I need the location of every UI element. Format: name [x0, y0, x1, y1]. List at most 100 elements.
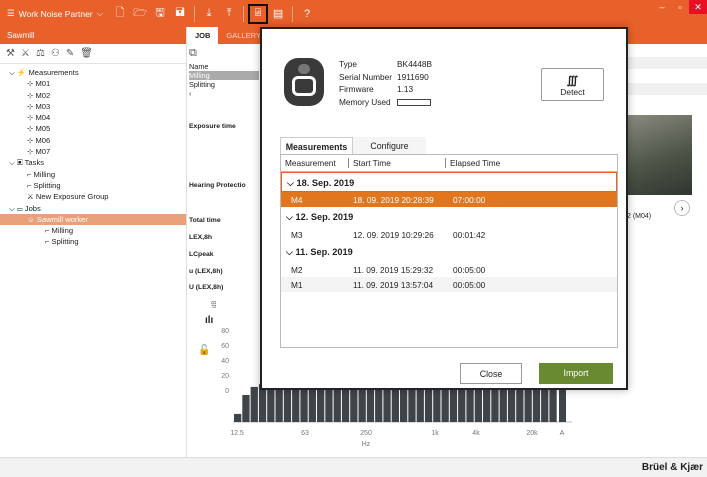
- import-icon[interactable]: ⤓: [200, 5, 218, 23]
- add-group-icon[interactable]: ⚖: [36, 48, 45, 59]
- measurement-group-icon: ⌵ ⚡: [9, 68, 29, 77]
- chevron-down-icon: ⌵: [96, 8, 104, 18]
- task-row-milling[interactable]: Milling: [189, 71, 259, 80]
- project-tree: ⌵ ⚡ Measurements ⊹ M01 ⊹ M02 ⊹ M03 ⊹ M04 ⊹ M0…: [0, 64, 186, 248]
- tree-item-m06[interactable]: ⊹ M06: [0, 135, 186, 146]
- serial-label: Serial Number: [339, 71, 393, 82]
- import-button[interactable]: Import: [539, 363, 613, 384]
- tree-item-label: Sawmill worker: [36, 214, 88, 224]
- tree-item-label: Milling: [51, 226, 74, 236]
- person-icon: ☺: [27, 214, 37, 224]
- tree-item-splitting[interactable]: ⌐ Splitting: [0, 236, 186, 247]
- delete-icon[interactable]: 🗑: [80, 48, 93, 59]
- report-icon[interactable]: ▤: [269, 5, 287, 23]
- date-group-header[interactable]: ⌵ 12. Sep. 2019: [281, 207, 617, 227]
- y-tick-80: 80: [221, 328, 229, 335]
- cell-elapsed: 07:00:00: [453, 194, 486, 205]
- status-bar: Brüel & Kjær: [0, 457, 707, 477]
- tree-item-splitting[interactable]: ⌐ Splitting: [0, 180, 186, 191]
- table-row[interactable]: M3 12. 09. 2019 10:29:26 00:01:42: [281, 227, 617, 242]
- save-as-icon[interactable]: 🖬: [171, 5, 189, 23]
- table-row[interactable]: M2 11. 09. 2019 15:29:32 00:05:00: [281, 262, 617, 277]
- tree-item-measurements[interactable]: ⌵ ⚡ Measurements: [0, 67, 186, 78]
- memory-bar: [397, 98, 431, 106]
- copy-icon[interactable]: ⧉: [189, 47, 259, 60]
- new-file-icon[interactable]: 🗋: [111, 5, 129, 23]
- u-lex-label: u (LEX,8h): [189, 268, 223, 275]
- detect-label: Detect: [560, 87, 585, 97]
- hamburger-icon: ☰: [7, 8, 15, 18]
- table-header: Measurement Start Time Elapsed Time: [281, 155, 617, 172]
- scroll-left-icon[interactable]: ‹: [189, 89, 259, 98]
- col-elapsed-time[interactable]: Elapsed Time: [446, 158, 617, 168]
- tree-item-label: Milling: [33, 169, 56, 179]
- col-start-time[interactable]: Start Time: [349, 158, 446, 168]
- tab-configure[interactable]: Configure: [353, 137, 426, 154]
- type-label: Type: [339, 59, 357, 69]
- total-time-label: Total time: [189, 217, 221, 224]
- firmware-value: 1.13: [397, 84, 414, 94]
- table-row[interactable]: M1 11. 09. 2019 13:57:04 00:05:00: [281, 277, 617, 292]
- cell-start: 11. 09. 2019 15:29:32: [353, 264, 434, 275]
- tree-item-m05[interactable]: ⊹ M05: [0, 123, 186, 134]
- wrench-icon[interactable]: ⚒: [6, 48, 15, 59]
- chevron-down-icon: ⌵: [287, 178, 297, 188]
- x-tick-63: 63: [301, 430, 309, 437]
- cell-start: 11. 09. 2019 13:57:04: [353, 279, 434, 290]
- open-folder-icon[interactable]: 🗁: [131, 5, 149, 23]
- tree-item-jobs[interactable]: ⌵ ▭ Jobs: [0, 203, 186, 214]
- date-label: 18. Sep. 2019: [296, 178, 355, 188]
- tab-measurements[interactable]: Measurements: [280, 137, 353, 154]
- add-task-icon[interactable]: ⚔: [21, 48, 30, 59]
- tree-item-label: Measurements: [28, 68, 79, 77]
- tree-item-sawmill-worker[interactable]: ☺ Sawmill worker: [0, 213, 186, 226]
- spectrum-bar: [250, 386, 258, 422]
- date-label: 11. Sep. 2019: [295, 247, 353, 257]
- tree-item-label: Jobs: [24, 203, 41, 213]
- name-header: Name: [189, 62, 209, 71]
- next-photo-button[interactable]: ›: [674, 200, 690, 216]
- tree-item-tasks[interactable]: ⌵ ▣ Tasks: [0, 157, 186, 168]
- help-icon[interactable]: ?: [298, 5, 316, 23]
- x-axis-label: Hz: [362, 441, 371, 448]
- brand-logo: Brüel & Kjær: [641, 462, 703, 473]
- date-group-header[interactable]: ⌵ 18. Sep. 2019: [281, 172, 617, 192]
- save-icon[interactable]: 🖫: [151, 5, 169, 23]
- cell-start: 12. 09. 2019 10:29:26: [353, 229, 434, 240]
- detect-icon: ∭: [566, 75, 579, 87]
- app-menu-button[interactable]: ☰ Work Noise Partner ⌵: [0, 0, 110, 27]
- title-bar: ☰ Work Noise Partner ⌵ 🗋 🗁 🖫 🖬 ⤓ ⤒ ⍯ ▤ ?…: [0, 0, 707, 27]
- photo-thumbnail[interactable]: [627, 115, 692, 195]
- hearing-protection-label: Hearing Protectio: [189, 182, 246, 189]
- lex-label: LEX,8h: [189, 234, 213, 241]
- tree-item-milling[interactable]: ⌐ Milling: [0, 225, 186, 236]
- tree-item-new-exposure-group[interactable]: ⚔ New Exposure Group: [0, 191, 186, 202]
- export-icon[interactable]: ⤒: [220, 5, 238, 23]
- tree-item-label: M02: [35, 90, 51, 100]
- detect-button[interactable]: ∭ Detect: [541, 68, 604, 101]
- tree-item-m01[interactable]: ⊹ M01: [0, 78, 186, 89]
- chart-unit: dB: [212, 301, 218, 308]
- y-tick-40: 40: [221, 358, 229, 365]
- instrument-icon[interactable]: ⍯: [248, 3, 269, 24]
- table-row[interactable]: M4 18. 09. 2019 20:28:39 07:00:00: [281, 192, 617, 207]
- tree-item-milling[interactable]: ⌐ Milling: [0, 169, 186, 180]
- tree-item-m04[interactable]: ⊹ M04: [0, 112, 186, 123]
- group-icon: ⚔: [27, 192, 36, 202]
- close-window-icon[interactable]: ✕: [689, 0, 707, 14]
- tree-item-m07[interactable]: ⊹ M07: [0, 146, 186, 157]
- close-button[interactable]: Close: [460, 363, 522, 384]
- y-tick-0: 0: [225, 388, 229, 395]
- maximize-icon[interactable]: ▫: [671, 0, 689, 14]
- date-group-header[interactable]: ⌵ 11. Sep. 2019: [281, 242, 617, 262]
- type-value: BK4448B: [397, 59, 433, 69]
- tree-item-m03[interactable]: ⊹ M03: [0, 101, 186, 112]
- add-person-icon[interactable]: ⚇: [51, 48, 60, 59]
- col-measurement[interactable]: Measurement: [281, 158, 349, 168]
- minimize-icon[interactable]: –: [653, 0, 671, 14]
- tab-job[interactable]: JOB: [187, 27, 219, 44]
- tree-item-m02[interactable]: ⊹ M02: [0, 90, 186, 101]
- edit-icon[interactable]: ✎: [66, 48, 74, 59]
- task-row-splitting[interactable]: Splitting: [189, 80, 259, 89]
- x-tick-20k: 20k: [526, 430, 538, 437]
